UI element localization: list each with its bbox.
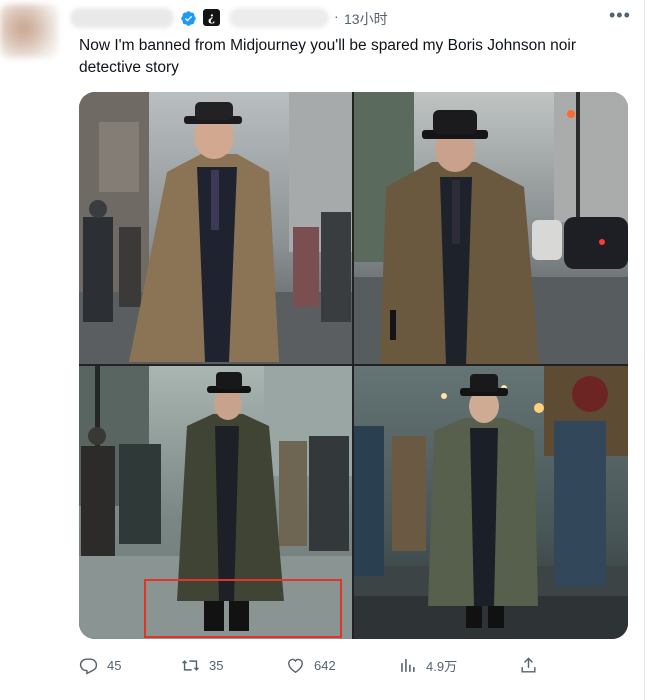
like-count: 642: [314, 657, 336, 673]
timeline-border: [644, 0, 645, 700]
view-count: 4.9万: [426, 658, 458, 674]
highlight-annotation-box: [144, 579, 342, 638]
post-timestamp[interactable]: 13小时: [344, 9, 388, 29]
more-options-icon[interactable]: •••: [609, 5, 631, 26]
display-name-redacted[interactable]: [70, 8, 174, 28]
handle-redacted[interactable]: [229, 8, 329, 28]
retweet-count: 35: [209, 657, 224, 673]
like-icon: [288, 658, 303, 673]
media-image-4[interactable]: [354, 366, 628, 639]
views-icon: [401, 658, 415, 672]
post-actions: 45 35 642 4.9万: [79, 652, 549, 678]
media-grid: [79, 92, 628, 639]
share-button[interactable]: [519, 652, 547, 678]
verified-badge-icon: [181, 11, 196, 26]
retweet-button[interactable]: 35: [181, 652, 223, 678]
separator-dot: ·: [334, 8, 339, 24]
media-image-1[interactable]: [79, 92, 352, 364]
affiliate-badge-icon: ¿: [203, 9, 220, 26]
reply-icon: [79, 657, 98, 675]
share-icon: [521, 656, 536, 673]
views-button[interactable]: 4.9万: [398, 652, 457, 678]
retweet-icon: [182, 659, 199, 671]
reply-count: 45: [107, 657, 122, 673]
avatar[interactable]: [0, 4, 58, 58]
like-button[interactable]: 642: [286, 652, 336, 678]
media-image-2[interactable]: [354, 92, 628, 364]
reply-button[interactable]: 45: [79, 652, 121, 678]
post-text: Now I'm banned from Midjourney you'll be…: [79, 37, 576, 76]
